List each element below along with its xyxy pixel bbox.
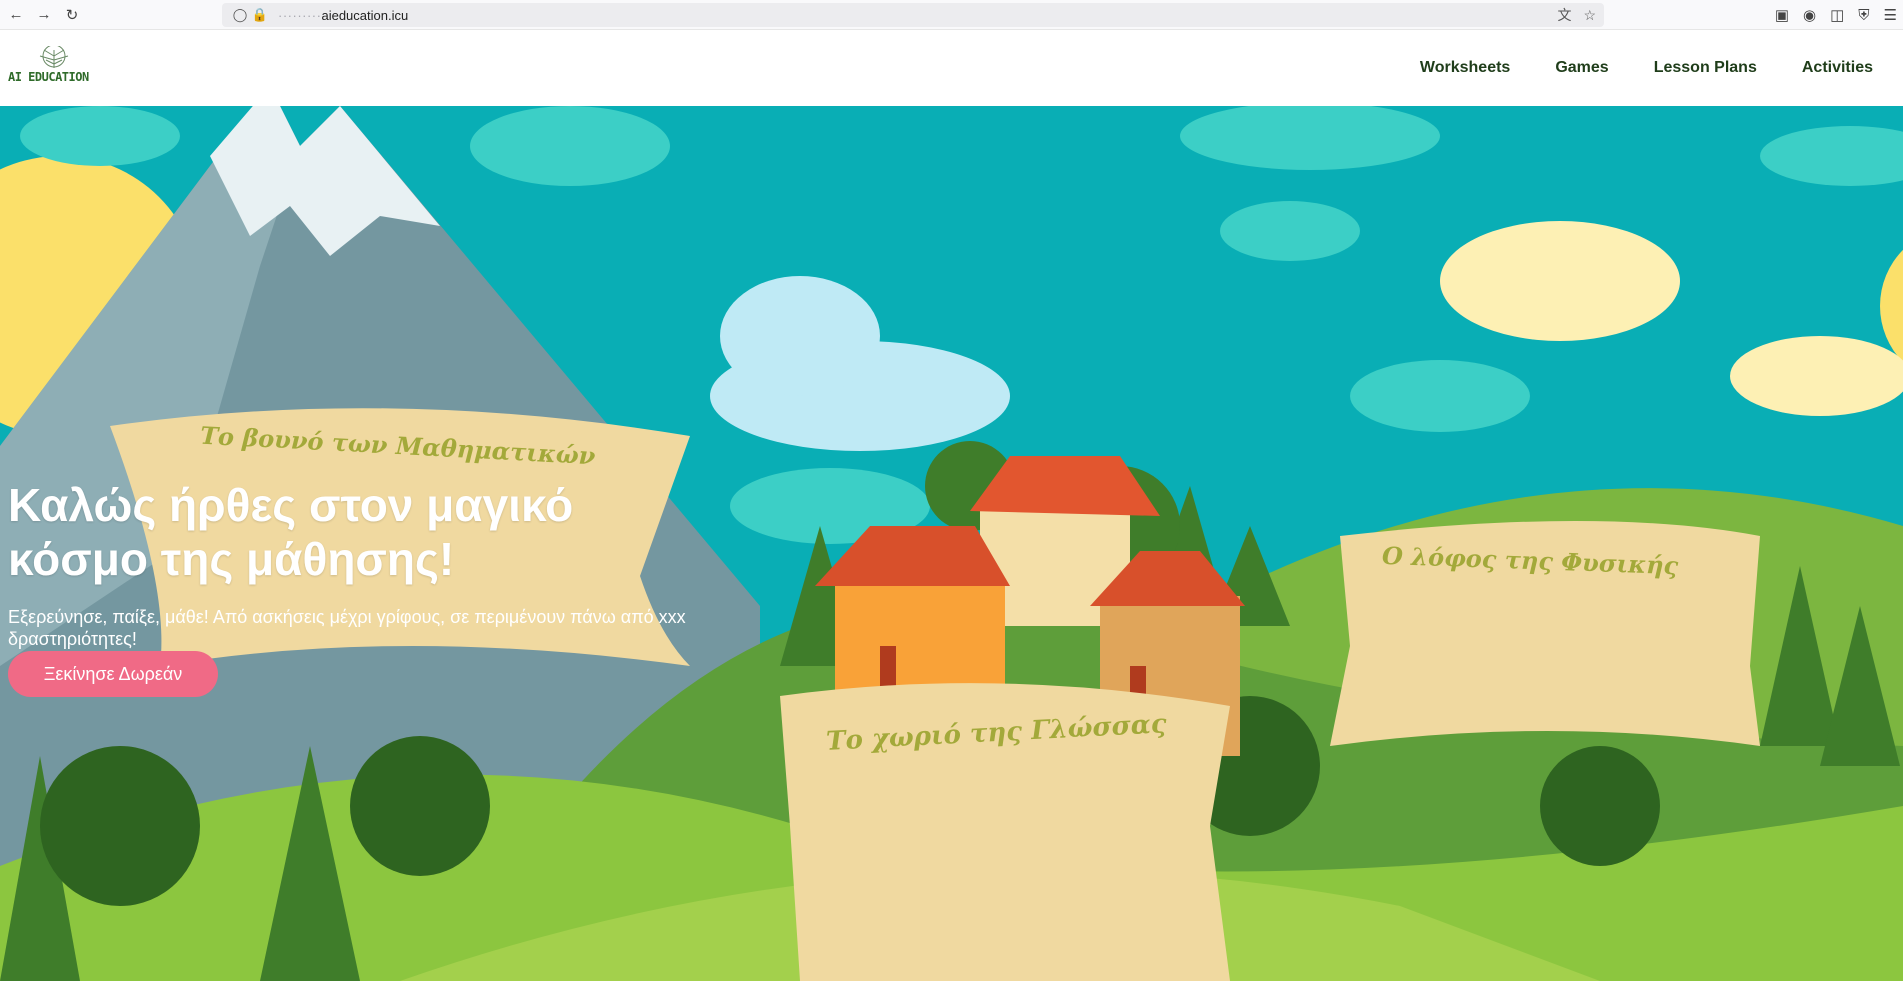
nav-lesson-plans[interactable]: Lesson Plans bbox=[1654, 59, 1757, 77]
back-arrow-icon[interactable]: ← bbox=[4, 3, 28, 27]
nav-worksheets[interactable]: Worksheets bbox=[1420, 59, 1510, 77]
menu-icon[interactable]: ☰ bbox=[1884, 6, 1897, 24]
lock-icon[interactable]: 🔒 bbox=[250, 7, 270, 23]
browser-toolbar: ← → ↻ ◯ 🔒 ········· aieducation.icu 文 ☆ … bbox=[0, 0, 1903, 30]
bookmark-star-icon[interactable]: ☆ bbox=[1583, 7, 1596, 24]
nav-games[interactable]: Games bbox=[1555, 59, 1608, 77]
shield-icon[interactable]: ◯ bbox=[230, 7, 250, 23]
translate-icon[interactable]: 文 bbox=[1557, 5, 1571, 25]
hero-title: Καλώς ήρθες στον μαγικό κόσμο της μάθηση… bbox=[8, 479, 574, 585]
site-header: AI EDUCATION Worksheets Games Lesson Pla… bbox=[0, 30, 1903, 106]
main-nav: Worksheets Games Lesson Plans Activities bbox=[1420, 30, 1873, 106]
start-free-button[interactable]: Ξεκίνησε Δωρεάν bbox=[8, 651, 218, 697]
ublock-icon[interactable]: ⛨ bbox=[1858, 7, 1869, 24]
url-domain: aieducation.icu bbox=[321, 7, 409, 23]
account-icon[interactable]: ◉ bbox=[1803, 6, 1816, 24]
pocket-icon[interactable]: ▣ bbox=[1775, 6, 1789, 24]
extensions-icon[interactable]: ◫ bbox=[1830, 6, 1844, 24]
logo-text: AI EDUCATION bbox=[8, 70, 89, 84]
address-bar[interactable]: ◯ 🔒 ········· aieducation.icu 文 ☆ bbox=[222, 3, 1604, 27]
logo[interactable]: AI EDUCATION bbox=[8, 46, 98, 90]
forward-arrow-icon[interactable]: → bbox=[32, 3, 56, 27]
hero-subtitle: Εξερεύνησε, παίξε, μάθε! Από ασκήσεις μέ… bbox=[8, 607, 686, 649]
reload-icon[interactable]: ↻ bbox=[60, 3, 84, 27]
nav-activities[interactable]: Activities bbox=[1802, 59, 1873, 77]
url-prefix: ········· bbox=[278, 7, 322, 23]
